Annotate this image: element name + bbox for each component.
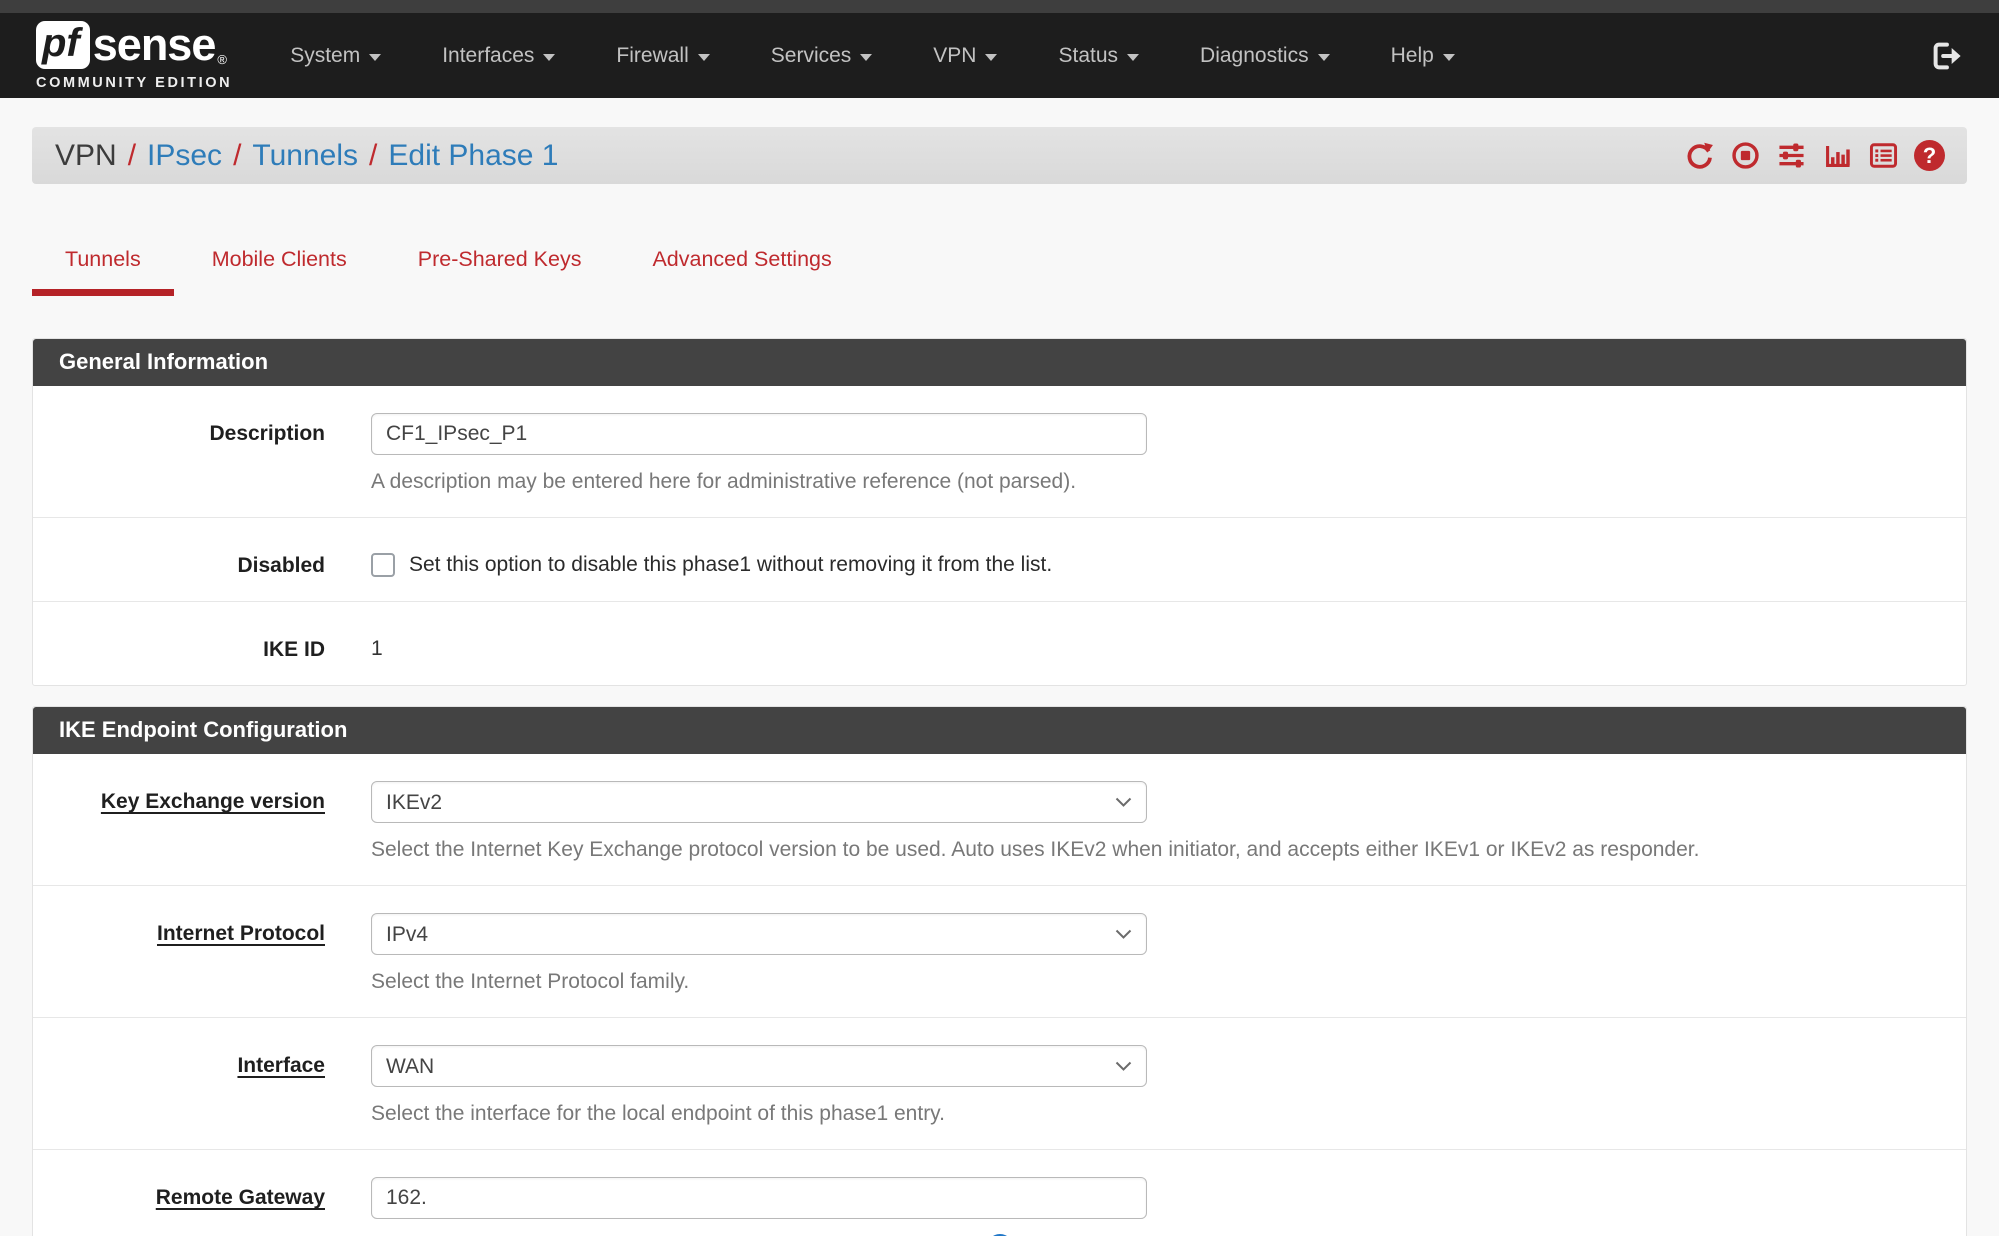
nav-item-firewall[interactable]: Firewall (616, 44, 709, 68)
caret-down-icon (1127, 54, 1139, 61)
interface-help: Select the interface for the local endpo… (371, 1102, 1966, 1126)
form-row-ike-id: IKE ID 1 (33, 602, 1966, 685)
key-exchange-version-help: Select the Internet Key Exchange protoco… (371, 838, 1966, 862)
interface-select[interactable]: WAN (371, 1045, 1147, 1087)
breadcrumb-bar: VPN / IPsec / Tunnels / Edit Phase 1 (32, 127, 1967, 184)
remote-gateway-label: Remote Gateway (33, 1177, 325, 1236)
bar-chart-icon[interactable] (1822, 140, 1853, 171)
sign-out-icon[interactable] (1929, 39, 1963, 73)
breadcrumb-vpn: VPN (55, 139, 117, 173)
nav-item-services[interactable]: Services (771, 44, 873, 68)
main-menu: System Interfaces Firewall Services VPN … (290, 44, 1455, 68)
form-row-interface: Interface WAN Select the interface for t… (33, 1018, 1966, 1150)
remote-gateway-input[interactable] (371, 1177, 1147, 1219)
internet-protocol-label: Internet Protocol (33, 913, 325, 994)
description-help: A description may be entered here for ad… (371, 470, 1966, 494)
nav-item-system[interactable]: System (290, 44, 381, 68)
breadcrumb-link-edit-phase-1[interactable]: Edit Phase 1 (388, 139, 558, 173)
tab-pre-shared-keys[interactable]: Pre-Shared Keys (385, 247, 615, 296)
breadcrumb: VPN / IPsec / Tunnels / Edit Phase 1 (55, 139, 559, 173)
page-content: VPN / IPsec / Tunnels / Edit Phase 1 (0, 127, 1999, 1236)
interface-label: Interface (33, 1045, 325, 1126)
caret-down-icon (1318, 54, 1330, 61)
internet-protocol-select[interactable]: IPv4 (371, 913, 1147, 955)
refresh-icon[interactable] (1684, 140, 1715, 171)
disabled-checkbox[interactable] (371, 553, 395, 577)
logo-sense-text: sense (93, 22, 216, 67)
caret-down-icon (698, 54, 710, 61)
description-label: Description (33, 413, 325, 494)
form-row-disabled: Disabled Set this option to disable this… (33, 518, 1966, 602)
form-row-description: Description A description may be entered… (33, 386, 1966, 518)
list-alt-icon[interactable] (1868, 140, 1899, 171)
tab-mobile-clients[interactable]: Mobile Clients (179, 247, 380, 296)
stop-circle-icon[interactable] (1730, 140, 1761, 171)
nav-item-status[interactable]: Status (1058, 44, 1139, 68)
section-title-ike-endpoint-configuration: IKE Endpoint Configuration (33, 707, 1966, 754)
breadcrumb-separator: / (369, 139, 377, 173)
top-navbar: pf sense ® COMMUNITY EDITION System Inte… (0, 13, 1999, 98)
ike-id-value: 1 (371, 629, 1966, 661)
tab-advanced-settings[interactable]: Advanced Settings (619, 247, 864, 296)
form-row-key-exchange-version: Key Exchange version IKEv2 Select the In… (33, 754, 1966, 886)
pfsense-logo[interactable]: pf sense ® COMMUNITY EDITION (36, 21, 232, 91)
internet-protocol-help: Select the Internet Protocol family. (371, 970, 1966, 994)
caret-down-icon (543, 54, 555, 61)
section-title-general-information: General Information (33, 339, 1966, 386)
logo-edition-text: COMMUNITY EDITION (36, 75, 232, 91)
form-row-internet-protocol: Internet Protocol IPv4 Select the Intern… (33, 886, 1966, 1018)
question-circle-icon[interactable]: ? (1914, 140, 1945, 171)
breadcrumb-separator: / (128, 139, 136, 173)
description-input[interactable] (371, 413, 1147, 455)
sliders-icon[interactable] (1776, 140, 1807, 171)
key-exchange-version-select[interactable]: IKEv2 (371, 781, 1147, 823)
caret-down-icon (369, 54, 381, 61)
nav-item-vpn[interactable]: VPN (933, 44, 997, 68)
logo-registered-mark: ® (217, 52, 227, 67)
tab-tunnels[interactable]: Tunnels (32, 247, 174, 296)
breadcrumb-link-tunnels[interactable]: Tunnels (252, 139, 358, 173)
header-action-icons: ? (1684, 140, 1945, 171)
nav-item-help[interactable]: Help (1391, 44, 1455, 68)
disabled-label: Disabled (33, 545, 325, 578)
logo-pf-badge: pf (36, 21, 90, 69)
key-exchange-version-label: Key Exchange version (33, 781, 325, 862)
breadcrumb-separator: / (233, 139, 241, 173)
caret-down-icon (1443, 54, 1455, 61)
tab-bar: Tunnels Mobile Clients Pre-Shared Keys A… (32, 247, 1967, 296)
caret-down-icon (860, 54, 872, 61)
panel-general-information: General Information Description A descri… (32, 338, 1967, 686)
disabled-checkbox-label: Set this option to disable this phase1 w… (409, 553, 1052, 577)
ike-id-label: IKE ID (33, 629, 325, 662)
panel-ike-endpoint-configuration: IKE Endpoint Configuration Key Exchange … (32, 706, 1967, 1236)
caret-down-icon (985, 54, 997, 61)
nav-item-diagnostics[interactable]: Diagnostics (1200, 44, 1330, 68)
nav-item-interfaces[interactable]: Interfaces (442, 44, 555, 68)
form-row-remote-gateway: Remote Gateway Enter the public IP addre… (33, 1150, 1966, 1236)
top-strip (0, 0, 1999, 13)
breadcrumb-link-ipsec[interactable]: IPsec (147, 139, 222, 173)
